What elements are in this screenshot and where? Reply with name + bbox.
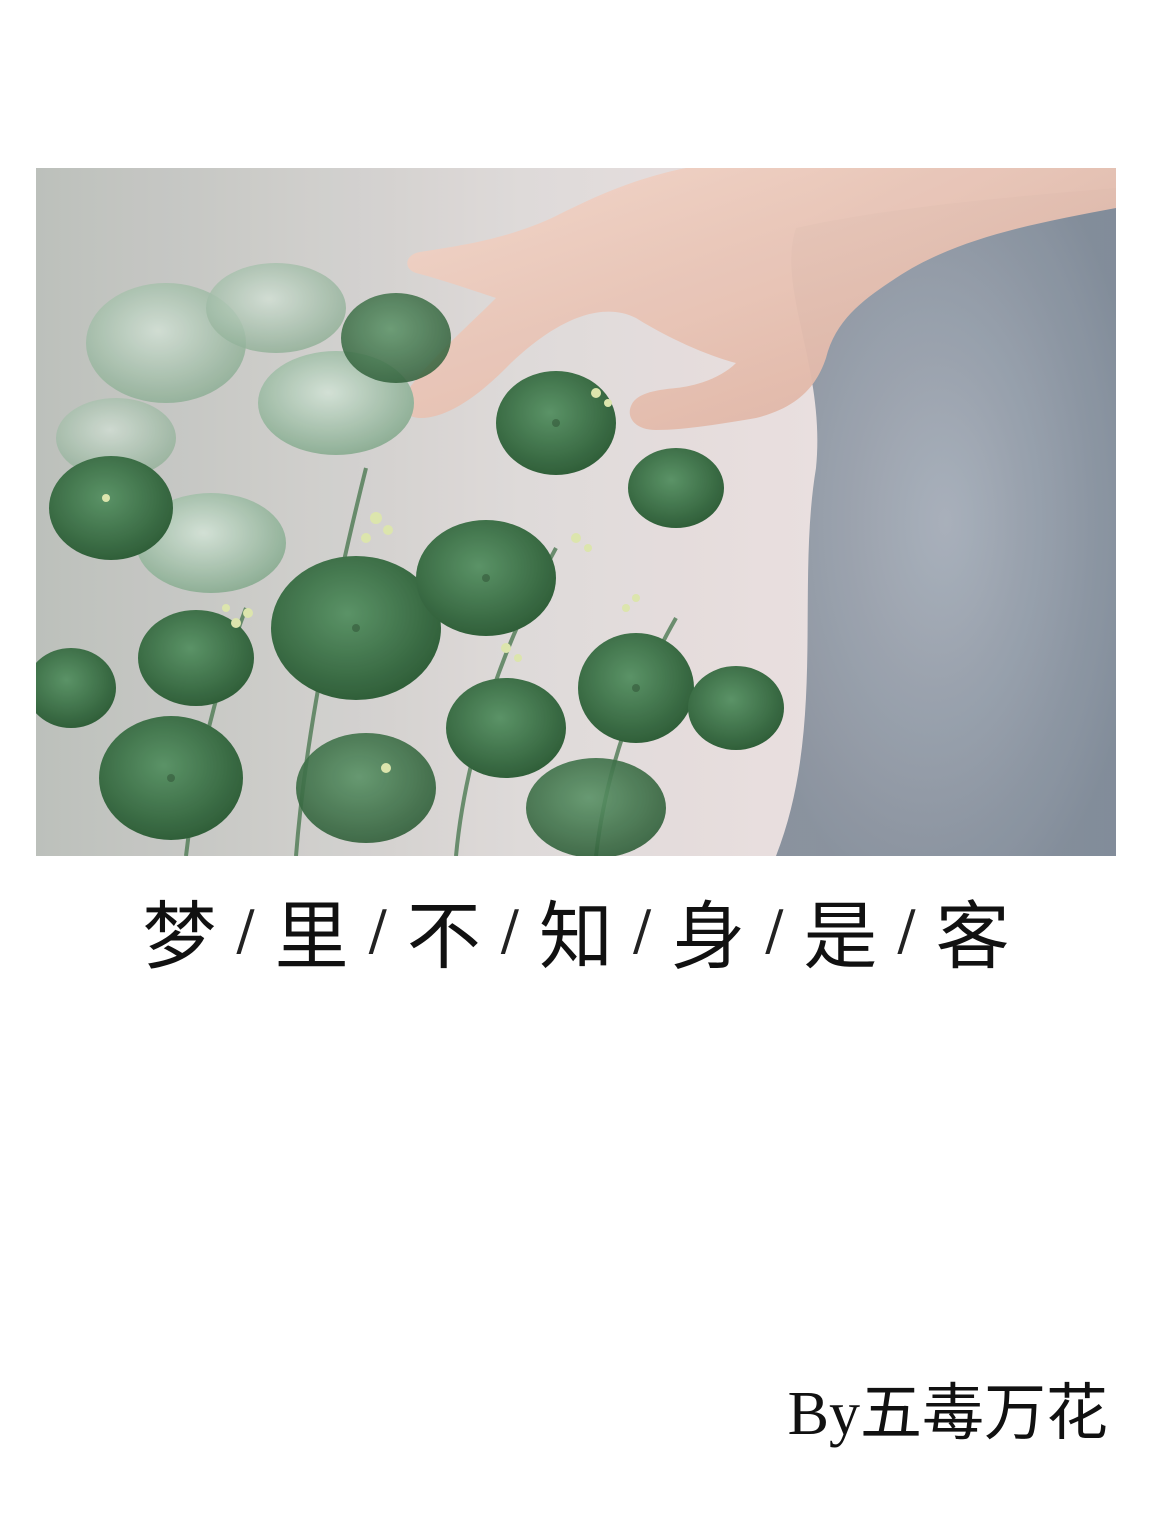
book-title: 梦 / 里 / 不 / 知 / 身 / 是 / 客 [36,880,1116,980]
title-char: 梦 [142,893,217,980]
title-separator: / [236,898,255,962]
title-separator: / [500,898,519,962]
cover-photo-illustration [36,168,1116,856]
title-separator: / [633,898,652,962]
cover-photo [36,168,1116,856]
title-separator: / [368,898,387,962]
title-char: 身 [671,893,746,980]
title-char: 是 [803,893,878,980]
book-cover: 梦 / 里 / 不 / 知 / 身 / 是 / 客 By五毒万花 [0,0,1152,1536]
title-char: 不 [406,893,481,980]
title-char: 里 [274,893,349,980]
title-char: 知 [539,893,613,980]
title-char: 客 [935,893,1010,980]
title-separator: / [897,898,916,962]
author-credit: By五毒万花 [787,1380,1108,1448]
title-separator: / [765,898,784,962]
